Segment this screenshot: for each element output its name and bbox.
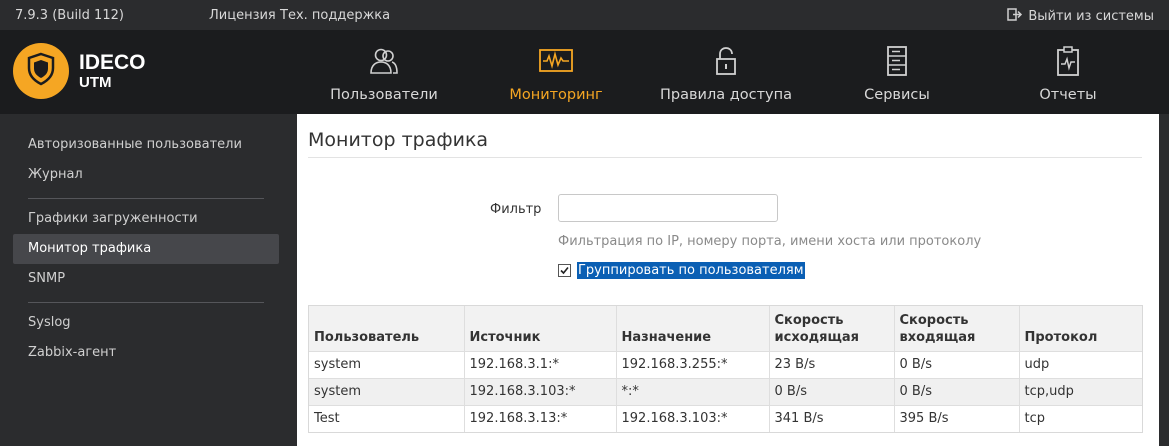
nav-users-label: Пользователи bbox=[330, 87, 438, 103]
sidebar-divider bbox=[28, 198, 264, 199]
group-by-users-checkbox[interactable]: Группировать по пользователям bbox=[558, 262, 805, 279]
sidebar-item-load-graphs[interactable]: Графики загруженности bbox=[13, 204, 279, 234]
unlock-icon bbox=[709, 46, 743, 76]
cell-protocol: udp bbox=[1019, 350, 1142, 378]
table-row[interactable]: Test 192.168.3.13:* 192.168.3.103:* 341 … bbox=[309, 404, 1142, 432]
main-content: Монитор трафика Фильтр Фильтрация по IP,… bbox=[297, 114, 1159, 446]
top-bar: 7.9.3 (Build 112) Лицензия Тех. поддержк… bbox=[0, 0, 1169, 30]
column-header-destination[interactable]: Назначение bbox=[616, 306, 770, 351]
cell-outgoing-speed: 23 B/s bbox=[769, 350, 895, 378]
sidebar-item-authorized-users[interactable]: Авторизованные пользователи bbox=[13, 130, 279, 160]
cell-outgoing-speed: 341 B/s bbox=[769, 404, 895, 432]
cell-destination: 192.168.3.255:* bbox=[616, 350, 770, 378]
users-icon bbox=[367, 46, 401, 76]
sidebar-item-journal[interactable]: Журнал bbox=[13, 160, 279, 190]
cell-incoming-speed: 0 B/s bbox=[894, 350, 1020, 378]
table-row[interactable]: system 192.168.3.1:* 192.168.3.255:* 23 … bbox=[309, 350, 1142, 378]
filter-help-text: Фильтрация по IP, номеру порта, имени хо… bbox=[558, 234, 982, 249]
nav-reports[interactable]: Отчеты bbox=[998, 30, 1138, 114]
logo[interactable] bbox=[13, 43, 69, 99]
nav-access-rules-label: Правила доступа bbox=[660, 87, 792, 103]
cell-protocol: tcp,udp bbox=[1019, 377, 1142, 405]
sidebar-divider bbox=[28, 302, 264, 303]
column-header-outgoing-speed[interactable]: Скорость исходящая bbox=[769, 306, 895, 351]
column-header-user[interactable]: Пользователь bbox=[309, 306, 465, 351]
column-header-source[interactable]: Источник bbox=[464, 306, 617, 351]
monitoring-icon bbox=[539, 46, 573, 76]
logout-label: Выйти из системы bbox=[1028, 9, 1154, 24]
cell-source: 192.168.3.103:* bbox=[464, 377, 617, 405]
filter-label: Фильтр bbox=[490, 202, 542, 217]
cell-source: 192.168.3.1:* bbox=[464, 350, 617, 378]
logout-icon bbox=[1007, 8, 1023, 25]
sidebar-item-label: SNMP bbox=[28, 271, 66, 286]
checkbox-box[interactable] bbox=[558, 264, 571, 277]
logout-button[interactable]: Выйти из системы bbox=[1007, 8, 1154, 25]
column-header-incoming-speed[interactable]: Скорость входящая bbox=[894, 306, 1020, 351]
brand-product: UTM bbox=[79, 74, 112, 91]
nav-access-rules[interactable]: Правила доступа bbox=[656, 30, 796, 114]
filter-input[interactable] bbox=[558, 194, 778, 222]
title-divider bbox=[308, 157, 1142, 158]
nav-monitoring[interactable]: Мониторинг bbox=[486, 30, 626, 114]
group-by-users-label[interactable]: Группировать по пользователям bbox=[577, 262, 805, 279]
page-title: Монитор трафика bbox=[308, 129, 489, 151]
cell-user: system bbox=[309, 350, 465, 378]
nav-services-label: Сервисы bbox=[864, 87, 930, 103]
cell-user: system bbox=[309, 377, 465, 405]
sidebar-item-syslog[interactable]: Syslog bbox=[13, 308, 279, 338]
sidebar-item-zabbix-agent[interactable]: Zabbix-агент bbox=[13, 338, 279, 368]
nav-reports-label: Отчеты bbox=[1039, 87, 1097, 103]
scrollbar-track[interactable] bbox=[1159, 114, 1169, 446]
support-link[interactable]: Тех. поддержка bbox=[280, 8, 390, 23]
sidebar-item-label: Zabbix-агент bbox=[28, 345, 117, 360]
traffic-table: Пользователь Источник Назначение Скорост… bbox=[308, 305, 1143, 433]
sidebar-item-traffic-monitor[interactable]: Монитор трафика bbox=[13, 234, 279, 264]
cell-destination: 192.168.3.103:* bbox=[616, 404, 770, 432]
nav-monitoring-label: Мониторинг bbox=[509, 87, 603, 103]
sidebar-item-snmp[interactable]: SNMP bbox=[13, 264, 279, 294]
server-icon bbox=[880, 46, 914, 76]
version-label: 7.9.3 (Build 112) bbox=[15, 8, 124, 23]
brand: IDECO UTM bbox=[79, 52, 146, 90]
cell-outgoing-speed: 0 B/s bbox=[769, 377, 895, 405]
nav-users[interactable]: Пользователи bbox=[314, 30, 454, 114]
sidebar-item-label: Монитор трафика bbox=[28, 241, 152, 256]
sidebar: Авторизованные пользователи Журнал Графи… bbox=[0, 114, 297, 446]
shield-icon bbox=[26, 52, 56, 90]
brand-name: IDECO bbox=[79, 51, 146, 74]
cell-destination: *:* bbox=[616, 377, 770, 405]
cell-source: 192.168.3.13:* bbox=[464, 404, 617, 432]
column-header-protocol[interactable]: Протокол bbox=[1019, 306, 1142, 351]
cell-protocol: tcp bbox=[1019, 404, 1142, 432]
cell-user: Test bbox=[309, 404, 465, 432]
sidebar-item-label: Авторизованные пользователи bbox=[28, 137, 242, 152]
sidebar-item-label: Syslog bbox=[28, 315, 71, 330]
main-header: IDECO UTM Пользователи Мониторинг Правил… bbox=[0, 30, 1169, 114]
table-row[interactable]: system 192.168.3.103:* *:* 0 B/s 0 B/s t… bbox=[309, 377, 1142, 405]
clipboard-icon bbox=[1051, 46, 1085, 76]
table-header-row: Пользователь Источник Назначение Скорост… bbox=[309, 306, 1142, 351]
license-link[interactable]: Лицензия bbox=[209, 8, 276, 23]
sidebar-item-label: Журнал bbox=[28, 167, 83, 182]
sidebar-item-label: Графики загруженности bbox=[28, 211, 198, 226]
nav-services[interactable]: Сервисы bbox=[827, 30, 967, 114]
cell-incoming-speed: 395 B/s bbox=[894, 404, 1020, 432]
cell-incoming-speed: 0 B/s bbox=[894, 377, 1020, 405]
